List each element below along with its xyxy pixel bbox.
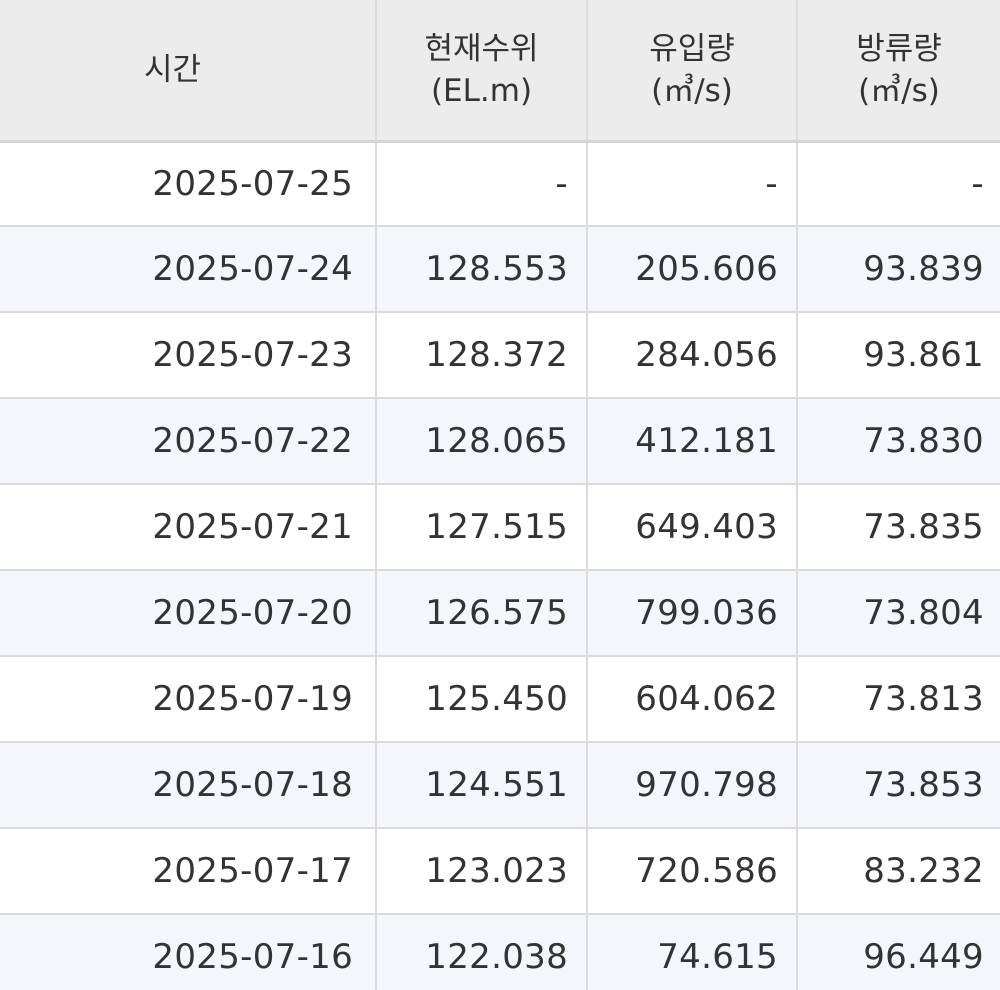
header-outflow: 방류량 (㎥/s): [797, 0, 1000, 143]
cell-water-level: 128.065: [376, 398, 588, 485]
cell-date: 2025-07-19: [0, 656, 377, 743]
table-row: 2025-07-25 - - -: [0, 141, 1000, 227]
cell-outflow: 96.449: [797, 914, 1000, 990]
table-row: 2025-07-21 127.515 649.403 73.835: [0, 484, 1000, 571]
cell-inflow: 649.403: [587, 484, 798, 571]
cell-date: 2025-07-20: [0, 570, 377, 657]
table-row: 2025-07-24 128.553 205.606 93.839: [0, 226, 1000, 313]
header-water-level: 현재수위 (EL.m): [376, 0, 588, 143]
header-row: 시간 현재수위 (EL.m) 유입량 (㎥/s) 방류량 (㎥/s): [0, 0, 1000, 143]
cell-water-level: 124.551: [376, 742, 588, 829]
cell-inflow: 720.586: [587, 828, 798, 915]
cell-inflow: 799.036: [587, 570, 798, 657]
header-time: 시간: [0, 0, 377, 143]
cell-inflow: -: [587, 141, 798, 227]
cell-water-level: -: [376, 141, 588, 227]
cell-water-level: 125.450: [376, 656, 588, 743]
table-row: 2025-07-22 128.065 412.181 73.830: [0, 398, 1000, 485]
cell-outflow: 93.861: [797, 312, 1000, 399]
cell-inflow: 412.181: [587, 398, 798, 485]
cell-outflow: 73.830: [797, 398, 1000, 485]
cell-date: 2025-07-23: [0, 312, 377, 399]
table-row: 2025-07-19 125.450 604.062 73.813: [0, 656, 1000, 743]
cell-water-level: 122.038: [376, 914, 588, 990]
cell-outflow: 83.232: [797, 828, 1000, 915]
cell-inflow: 284.056: [587, 312, 798, 399]
header-water-level-label: 현재수위: [424, 30, 539, 67]
cell-water-level: 128.372: [376, 312, 588, 399]
cell-water-level: 126.575: [376, 570, 588, 657]
table-row: 2025-07-16 122.038 74.615 96.449: [0, 914, 1000, 990]
header-water-level-unit: (EL.m): [430, 72, 533, 109]
cell-inflow: 604.062: [587, 656, 798, 743]
cell-date: 2025-07-25: [0, 141, 377, 227]
table-row: 2025-07-18 124.551 970.798 73.853: [0, 742, 1000, 829]
cell-water-level: 123.023: [376, 828, 588, 915]
table-body: 2025-07-25 - - - 2025-07-24 128.553 205.…: [0, 141, 1000, 990]
header-outflow-unit: (㎥/s): [858, 72, 940, 109]
cell-water-level: 128.553: [376, 226, 588, 313]
cell-water-level: 127.515: [376, 484, 588, 571]
table-row: 2025-07-20 126.575 799.036 73.804: [0, 570, 1000, 657]
table-header: 시간 현재수위 (EL.m) 유입량 (㎥/s) 방류량 (㎥/s): [0, 0, 1000, 143]
cell-inflow: 970.798: [587, 742, 798, 829]
cell-outflow: 73.813: [797, 656, 1000, 743]
cell-date: 2025-07-16: [0, 914, 377, 990]
cell-date: 2025-07-21: [0, 484, 377, 571]
cell-outflow: 73.835: [797, 484, 1000, 571]
header-outflow-label: 방류량: [856, 30, 942, 67]
cell-outflow: 93.839: [797, 226, 1000, 313]
cell-outflow: 73.804: [797, 570, 1000, 657]
table-row: 2025-07-17 123.023 720.586 83.232: [0, 828, 1000, 915]
dam-data-table: 시간 현재수위 (EL.m) 유입량 (㎥/s) 방류량 (㎥/s) 2025-…: [0, 0, 1000, 990]
header-inflow: 유입량 (㎥/s): [587, 0, 798, 143]
cell-date: 2025-07-22: [0, 398, 377, 485]
cell-date: 2025-07-17: [0, 828, 377, 915]
table-row: 2025-07-23 128.372 284.056 93.861: [0, 312, 1000, 399]
header-inflow-label: 유입량: [649, 30, 735, 67]
header-time-label: 시간: [143, 51, 202, 88]
cell-outflow: 73.853: [797, 742, 1000, 829]
cell-date: 2025-07-24: [0, 226, 377, 313]
cell-inflow: 205.606: [587, 226, 798, 313]
cell-outflow: -: [797, 141, 1000, 227]
cell-inflow: 74.615: [587, 914, 798, 990]
header-inflow-unit: (㎥/s): [651, 72, 733, 109]
cell-date: 2025-07-18: [0, 742, 377, 829]
